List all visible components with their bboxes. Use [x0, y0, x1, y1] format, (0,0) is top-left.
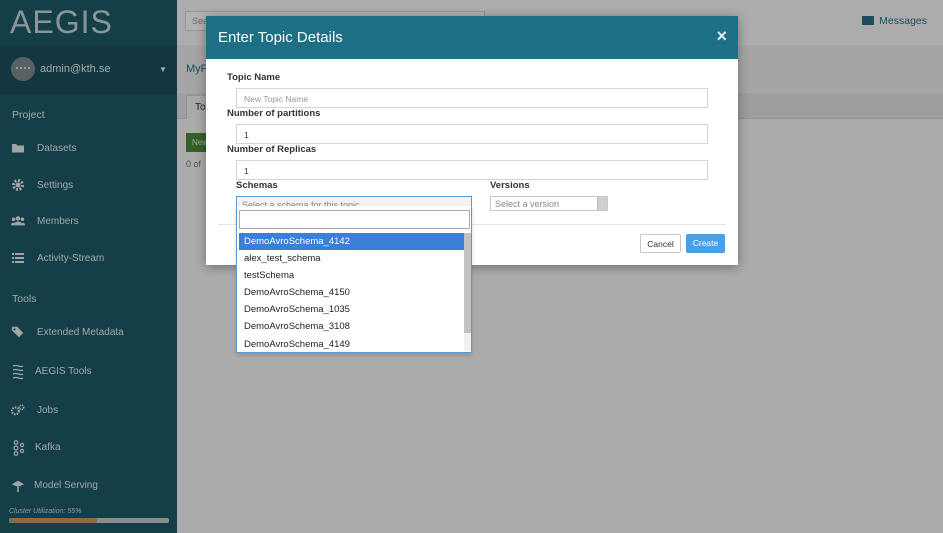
select-arrow-icon	[597, 197, 607, 210]
schema-option[interactable]: DemoAvroSchema_4150	[239, 284, 464, 301]
modal-title: Enter Topic Details	[218, 29, 343, 46]
schema-option[interactable]: DemoAvroSchema_4142	[239, 233, 464, 251]
schema-option[interactable]: DemoAvroSchema_4149	[239, 336, 464, 351]
schema-options-list: DemoAvroSchema_4142 alex_test_schema tes…	[239, 233, 464, 351]
topic-name-label: Topic Name	[227, 72, 281, 83]
version-select[interactable]: Select a version	[490, 196, 608, 211]
replicas-label: Number of Replicas	[227, 144, 317, 155]
close-icon[interactable]: ×	[716, 26, 727, 47]
cancel-button[interactable]: Cancel	[640, 234, 681, 253]
replicas-input[interactable]: 1	[236, 160, 708, 180]
schema-option[interactable]: testSchema	[239, 267, 464, 284]
create-button[interactable]: Create	[686, 234, 725, 253]
dropdown-scrollbar[interactable]	[464, 233, 471, 351]
schema-dropdown: DemoAvroSchema_4142 alex_test_schema tes…	[236, 206, 472, 353]
versions-label: Versions	[490, 180, 530, 191]
partitions-input[interactable]: 1	[236, 124, 708, 144]
topic-name-input[interactable]: New Topic Name	[236, 88, 708, 108]
schema-option[interactable]: DemoAvroSchema_1035	[239, 301, 464, 318]
schemas-label: Schemas	[236, 180, 278, 191]
modal-header: Enter Topic Details ×	[206, 16, 738, 59]
schema-search-input[interactable]	[239, 210, 470, 229]
version-select-placeholder: Select a version	[495, 199, 560, 209]
schema-option[interactable]: alex_test_schema	[239, 250, 464, 267]
scrollbar-thumb[interactable]	[464, 233, 471, 333]
schema-option[interactable]: DemoAvroSchema_3108	[239, 318, 464, 335]
partitions-label: Number of partitions	[227, 108, 321, 119]
